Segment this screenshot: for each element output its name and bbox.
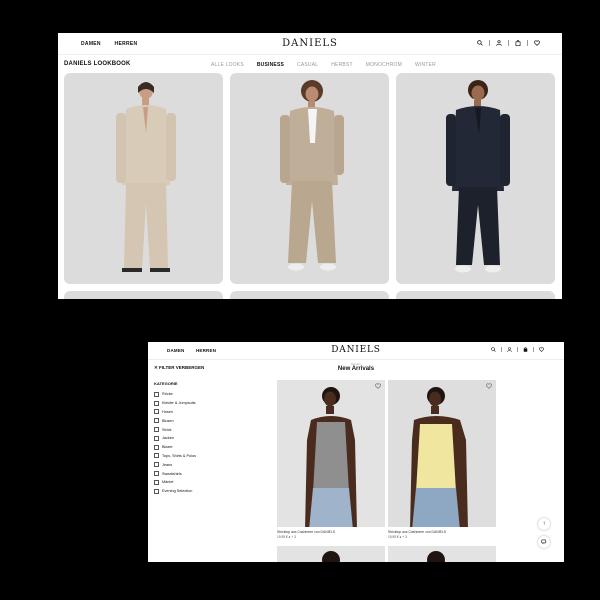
- heart-icon[interactable]: [534, 40, 540, 46]
- category-option[interactable]: Mäntel: [154, 478, 196, 487]
- category-option[interactable]: Kleider & Jumpsuits: [154, 399, 196, 408]
- scroll-to-top-button[interactable]: ↑: [538, 518, 550, 530]
- product-card[interactable]: [277, 546, 385, 562]
- lookbook-screen: DAMEN HERREN DANIELS DANIELS LOOKBOOK AL…: [58, 33, 562, 299]
- tab-business[interactable]: BUSINESS: [257, 62, 284, 68]
- checkbox[interactable]: [154, 479, 159, 485]
- product-card[interactable]: [277, 380, 385, 527]
- look-card[interactable]: [64, 291, 223, 299]
- category-option[interactable]: Jeans: [154, 460, 196, 469]
- new-arrivals-screen: DAMEN HERREN DANIELS ✕ FILTER VERBERGEN …: [148, 342, 564, 562]
- divider: [508, 40, 509, 46]
- search-icon[interactable]: [491, 347, 496, 352]
- look-image-navy-suit: [446, 80, 510, 273]
- arrow-up-icon: ↑: [542, 521, 546, 527]
- chat-icon: [541, 539, 547, 545]
- look-image-beige-suit: [116, 82, 176, 272]
- category-option[interactable]: Blazer: [154, 443, 196, 452]
- category-option[interactable]: Blusen: [154, 416, 196, 425]
- account-icon[interactable]: [496, 40, 502, 46]
- checkbox[interactable]: [154, 471, 159, 477]
- divider: [533, 347, 534, 352]
- checkbox[interactable]: [154, 418, 159, 424]
- bag-icon[interactable]: [523, 347, 528, 352]
- tab-casual[interactable]: CASUAL: [297, 62, 318, 68]
- heart-icon[interactable]: [539, 347, 544, 352]
- category-option[interactable]: Strick: [154, 425, 196, 434]
- product-card[interactable]: [388, 380, 496, 527]
- divider: [527, 40, 528, 46]
- look-card[interactable]: [396, 291, 555, 299]
- help-button[interactable]: [538, 536, 550, 548]
- checkbox[interactable]: [154, 427, 159, 433]
- lookbook-title: DANIELS LOOKBOOK: [64, 61, 131, 67]
- account-icon[interactable]: [507, 347, 512, 352]
- wishlist-heart-icon[interactable]: [375, 383, 381, 389]
- checkbox[interactable]: [154, 488, 159, 494]
- category-option[interactable]: Tops, Shirts & Polos: [154, 452, 196, 461]
- wishlist-heart-icon[interactable]: [486, 383, 492, 389]
- product-price: 19,95 € ● + 3: [388, 535, 407, 539]
- tab-alle-looks[interactable]: ALLE LOOKS: [211, 62, 244, 68]
- category-filter-title: KATEGORIE: [154, 381, 178, 386]
- checkbox[interactable]: [154, 462, 159, 468]
- bag-icon[interactable]: [515, 40, 521, 46]
- look-card[interactable]: [64, 73, 223, 284]
- category-option[interactable]: Hosen: [154, 408, 196, 417]
- site-header: DAMEN HERREN DANIELS: [58, 33, 562, 55]
- divider: [501, 347, 502, 352]
- page-title: New Arrivals: [337, 366, 375, 372]
- lookbook-tabs: ALLE LOOKS BUSINESS CASUAL HERBST MONOCH…: [211, 62, 436, 68]
- checkbox[interactable]: [154, 391, 159, 397]
- look-card[interactable]: [230, 291, 389, 299]
- divider: [489, 40, 490, 46]
- header-icons: [477, 40, 540, 46]
- product-card[interactable]: [388, 546, 496, 562]
- product-image: [322, 551, 340, 562]
- tab-monochrom[interactable]: MONOCHROM: [366, 62, 402, 68]
- checkbox[interactable]: [154, 435, 159, 441]
- look-card[interactable]: [230, 73, 389, 284]
- tab-herbst[interactable]: HERBST: [331, 62, 352, 68]
- category-option[interactable]: Jacken: [154, 434, 196, 443]
- category-filter-list: Röcke Kleider & Jumpsuits Hosen Blusen S…: [154, 390, 196, 496]
- checkbox[interactable]: [154, 444, 159, 450]
- product-image-yellow-tank: [410, 387, 468, 527]
- checkbox[interactable]: [154, 453, 159, 459]
- header-icons: [491, 347, 544, 352]
- checkbox[interactable]: [154, 409, 159, 415]
- divider: [517, 347, 518, 352]
- category-option[interactable]: Röcke: [154, 390, 196, 399]
- look-image-taupe-suit: [280, 80, 344, 271]
- tab-winter[interactable]: WINTER: [415, 62, 436, 68]
- product-price: 19,95 € ● + 3: [277, 535, 296, 539]
- site-header: DAMEN HERREN DANIELS: [148, 342, 564, 360]
- look-card[interactable]: [396, 73, 555, 284]
- product-image: [427, 551, 445, 562]
- category-option[interactable]: Evening Selection: [154, 487, 196, 496]
- product-image-grey-tank: [305, 387, 357, 527]
- product-name[interactable]: Stricktop aus Cashmere von DANIELS: [388, 530, 446, 534]
- search-icon[interactable]: [477, 40, 483, 46]
- category-option[interactable]: Sweatshirts: [154, 469, 196, 478]
- lookbook-subnav: DANIELS LOOKBOOK ALLE LOOKS BUSINESS CAS…: [58, 55, 562, 73]
- product-name[interactable]: Stricktop aus Cashmere von DANIELS: [277, 530, 335, 534]
- checkbox[interactable]: [154, 400, 159, 406]
